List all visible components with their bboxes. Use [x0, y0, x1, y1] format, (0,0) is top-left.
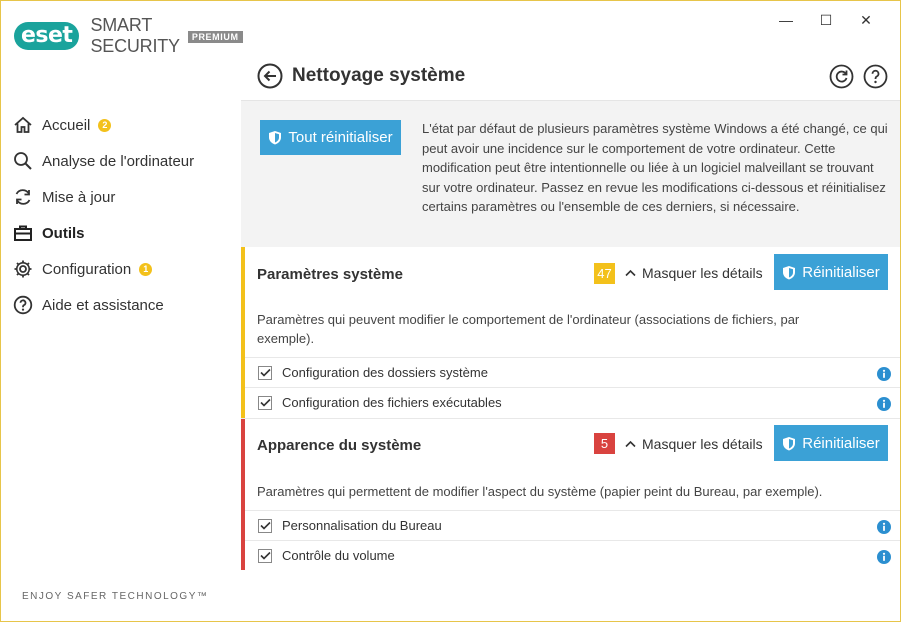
sidebar-item-label: Accueil [42, 116, 91, 134]
chevron-up-icon [625, 440, 636, 448]
checkmark-icon [259, 551, 271, 560]
reset-all-button[interactable]: Tout réinitialiser [260, 120, 401, 155]
shield-icon [783, 436, 796, 450]
list-item: Personnalisation du Bureau [245, 510, 900, 540]
help-icon [12, 294, 34, 316]
chevron-up-icon [625, 269, 636, 277]
sidebar-item-analyse[interactable]: Analyse de l'ordinateur [12, 143, 194, 179]
search-icon [12, 150, 34, 172]
notification-badge: 2 [98, 118, 112, 132]
reset-label: Réinitialiser [802, 434, 880, 452]
item-label: Configuration des fichiers exécutables [282, 395, 502, 410]
count-badge: 47 [594, 263, 615, 284]
sidebar-item-label: Aide et assistance [42, 296, 164, 314]
item-label: Contrôle du volume [282, 548, 395, 563]
section-description: Paramètres qui peuvent modifier le compo… [257, 312, 800, 346]
toggle-label: Masquer les détails [642, 265, 763, 281]
list-item: Configuration des dossiers système [245, 357, 900, 387]
checkmark-icon [259, 398, 271, 407]
hide-details-toggle[interactable]: Masquer les détails [625, 436, 763, 452]
reset-button[interactable]: Réinitialiser [774, 425, 888, 461]
sidebar-item-outils[interactable]: Outils [12, 215, 194, 251]
intro-text: L'état par défaut de plusieurs paramètre… [422, 121, 888, 214]
toggle-label: Masquer les détails [642, 436, 763, 452]
sidebar-nav: Accueil 2 Analyse de l'ordinateur Mise à… [12, 107, 194, 323]
checkbox[interactable] [258, 518, 272, 533]
help-icon[interactable] [863, 64, 888, 89]
section-description: Paramètres qui permettent de modifier l'… [257, 484, 823, 499]
section-parametres-systeme: Paramètres système 47 Masquer les détail… [241, 247, 900, 418]
reset-all-label: Tout réinitialiser [288, 129, 393, 146]
edition-badge: PREMIUM [187, 31, 243, 43]
shield-icon [269, 131, 282, 145]
info-icon[interactable] [877, 550, 891, 564]
info-icon[interactable] [877, 520, 891, 534]
reset-label: Réinitialiser [802, 263, 880, 281]
sidebar-item-label: Outils [42, 224, 85, 242]
product-name: SMART SECURITY [90, 15, 180, 56]
toolbox-icon [12, 222, 34, 244]
checkbox[interactable] [258, 365, 272, 380]
info-icon[interactable] [877, 367, 891, 381]
sidebar: eset SMART SECURITY PREMIUM Accueil 2 An… [1, 1, 243, 621]
shield-icon [783, 265, 796, 279]
section-title: Paramètres système [257, 266, 403, 283]
list-item: Configuration des fichiers exécutables [245, 387, 900, 417]
gear-icon [12, 258, 34, 280]
main-content: Nettoyage système Tout réinitialiser L'é… [241, 1, 900, 621]
item-label: Personnalisation du Bureau [282, 518, 442, 533]
notification-badge: 1 [139, 262, 153, 276]
sidebar-item-configuration[interactable]: Configuration 1 [12, 251, 194, 287]
checkmark-icon [259, 521, 271, 530]
back-arrow-icon[interactable] [257, 63, 283, 89]
eset-logo: eset [14, 22, 80, 50]
page-header: Nettoyage système [257, 63, 465, 89]
sidebar-item-accueil[interactable]: Accueil 2 [12, 107, 194, 143]
sidebar-item-label: Mise à jour [42, 188, 116, 206]
sidebar-item-aide[interactable]: Aide et assistance [12, 287, 194, 323]
sidebar-item-label: Analyse de l'ordinateur [42, 152, 195, 170]
checkbox[interactable] [258, 395, 272, 410]
home-icon [12, 114, 34, 136]
slogan: ENJOY SAFER TECHNOLOGY™ [22, 591, 209, 602]
header-actions [829, 64, 888, 89]
count-badge: 5 [594, 433, 615, 454]
checkmark-icon [259, 368, 271, 377]
hide-details-toggle[interactable]: Masquer les détails [625, 265, 763, 281]
sidebar-item-label: Configuration [42, 260, 132, 278]
intro-panel: Tout réinitialiser L'état par défaut de … [241, 101, 900, 247]
list-item: Contrôle du volume [245, 540, 900, 570]
page-title: Nettoyage système [292, 65, 466, 86]
app-window: eset SMART SECURITY PREMIUM Accueil 2 An… [0, 0, 901, 622]
sidebar-item-mise-a-jour[interactable]: Mise à jour [12, 179, 194, 215]
refresh-icon[interactable] [829, 64, 854, 89]
section-title: Apparence du système [257, 437, 422, 454]
brand-header: eset SMART SECURITY PREMIUM [14, 15, 243, 57]
refresh-icon [12, 186, 34, 208]
section-apparence-systeme: Apparence du système 5 Masquer les détai… [241, 418, 900, 570]
item-label: Configuration des dossiers système [282, 365, 488, 380]
checkbox[interactable] [258, 548, 272, 563]
info-icon[interactable] [877, 397, 891, 411]
reset-button[interactable]: Réinitialiser [774, 254, 888, 290]
